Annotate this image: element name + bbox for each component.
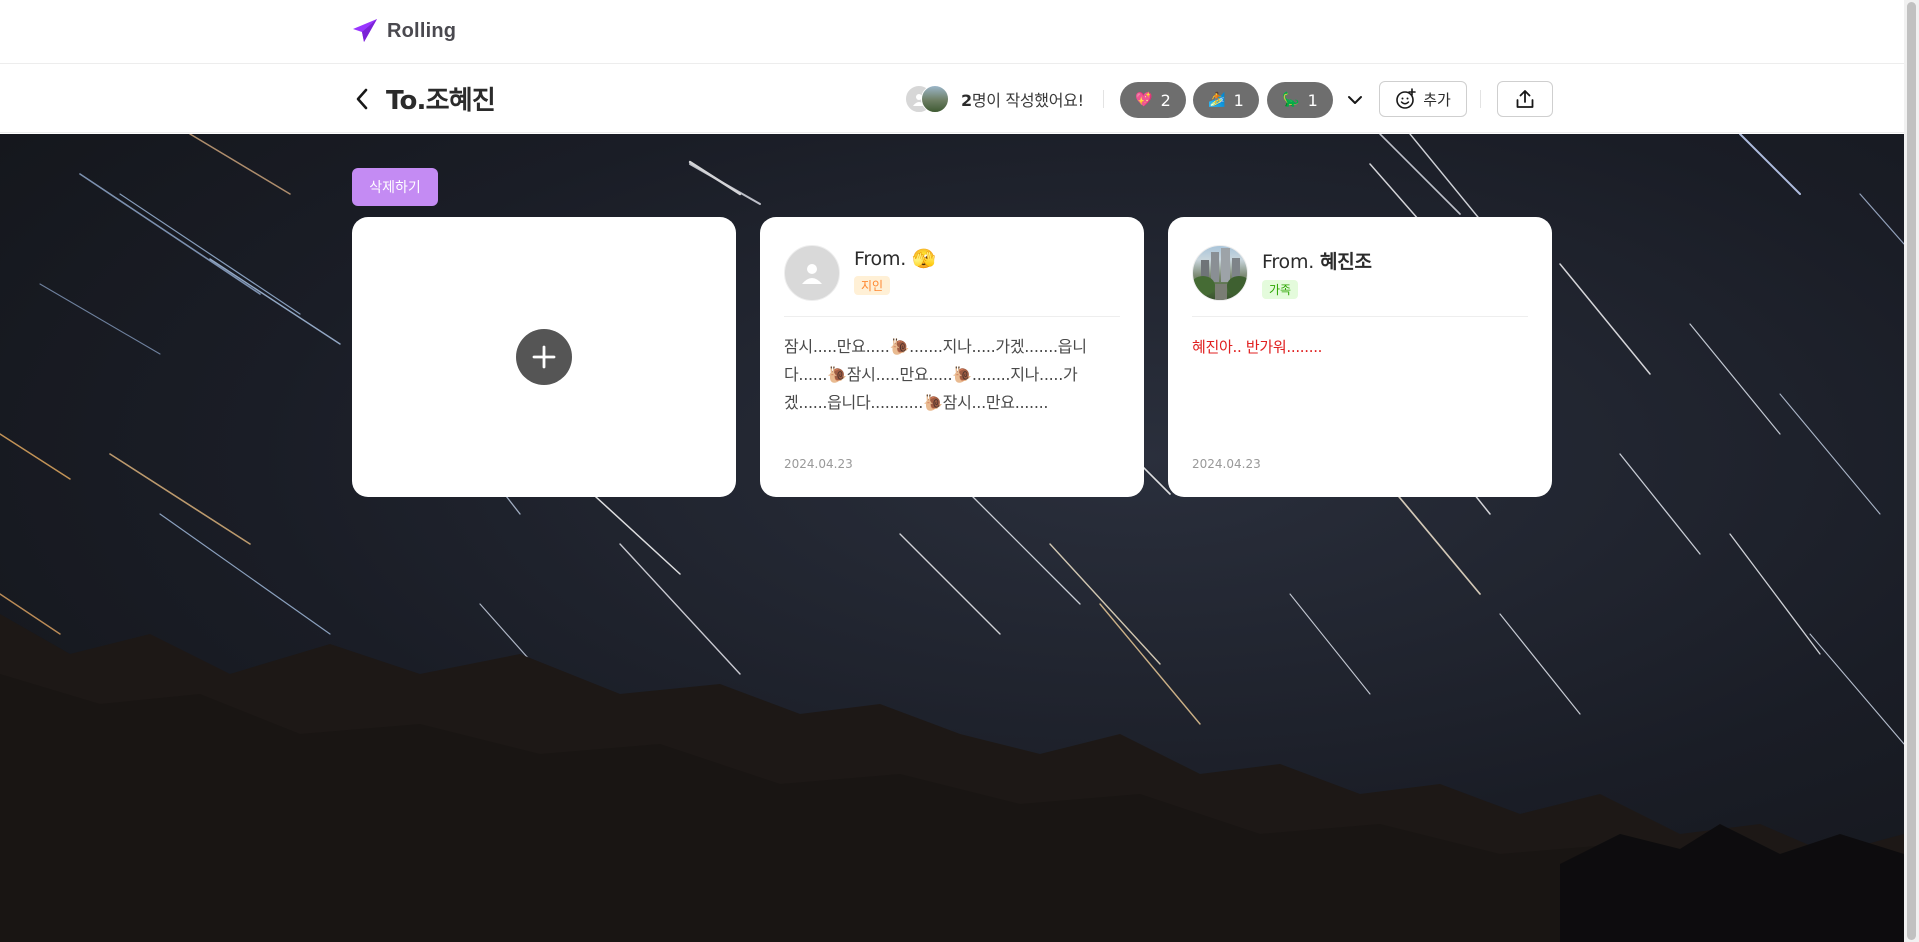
relation-badge: 가족	[1262, 280, 1299, 299]
writer-count-text: 2명이 작성했어요!	[961, 87, 1084, 111]
add-reaction-label: 추가	[1423, 90, 1451, 109]
reaction-badge-surfer[interactable]: 🏄 1	[1193, 82, 1259, 118]
scrollbar-thumb[interactable]	[1907, 2, 1916, 940]
reaction-count: 1	[1233, 90, 1244, 110]
post-header: To.조혜진 2명이 작성했어요! 💖 2 🏄 1 🦕 1 추가	[0, 65, 1904, 133]
sender-line: From. 🫣	[854, 247, 936, 270]
message-date: 2024.04.23	[784, 457, 853, 471]
plus-icon	[532, 345, 556, 369]
reaction-badge-heart[interactable]: 💖 2	[1120, 82, 1186, 118]
city-photo-icon	[1193, 248, 1247, 300]
sender-info: From. 🫣 지인	[854, 245, 936, 295]
message-text: 혜진아.. 반가워........	[1192, 338, 1323, 356]
message-card[interactable]: From. 🫣 지인 잠시.....만요.....🐌.......지나.....…	[760, 217, 1144, 497]
page-title: To.조혜진	[386, 86, 496, 116]
card-header: From. 혜진조 가족	[1192, 245, 1528, 317]
delete-button[interactable]: 삭제하기	[352, 168, 438, 206]
divider	[1480, 90, 1481, 108]
from-prefix: From.	[854, 248, 907, 270]
top-nav: Rolling	[0, 0, 1904, 64]
from-prefix: From.	[1262, 251, 1315, 273]
message-text: 잠시.....만요.....🐌.......지나.....가겠.......읍니…	[784, 337, 1087, 412]
paper-plane-icon	[353, 19, 377, 42]
message-date: 2024.04.23	[1192, 457, 1261, 471]
back-button[interactable]	[350, 85, 374, 113]
share-button[interactable]	[1497, 81, 1553, 117]
reactions-dropdown-button[interactable]	[1344, 89, 1366, 111]
chevron-left-icon	[356, 88, 368, 110]
sender-line: From. 혜진조	[1262, 247, 1372, 274]
sparkling-heart-icon: 💖	[1135, 92, 1153, 108]
writer-count: 2	[961, 91, 972, 110]
avatar	[1192, 245, 1248, 301]
avatar	[921, 85, 949, 113]
sender-info: From. 혜진조 가족	[1262, 245, 1372, 299]
add-message-card[interactable]	[352, 217, 736, 497]
reaction-count: 1	[1307, 90, 1318, 110]
surfer-icon: 🏄	[1208, 92, 1226, 108]
share-icon	[1516, 90, 1534, 108]
user-icon	[802, 264, 822, 284]
sender-name: 🫣	[911, 248, 936, 270]
add-message-button[interactable]	[516, 329, 572, 385]
message-card[interactable]: From. 혜진조 가족 혜진아.. 반가워........ 2024.04.2…	[1168, 217, 1552, 497]
relation-badge: 지인	[854, 276, 891, 295]
add-emoji-icon	[1396, 88, 1416, 109]
reaction-count: 2	[1160, 90, 1171, 110]
writer-suffix: 명이 작성했어요!	[971, 91, 1084, 110]
dinosaur-icon: 🦕	[1282, 92, 1300, 108]
reaction-badge-dinosaur[interactable]: 🦕 1	[1267, 82, 1333, 118]
add-reaction-button[interactable]: 추가	[1379, 81, 1467, 117]
avatar	[784, 245, 840, 301]
scrollbar[interactable]	[1904, 0, 1919, 942]
logo[interactable]: Rolling	[351, 17, 456, 45]
chevron-down-icon	[1348, 96, 1362, 104]
logo-text: Rolling	[387, 19, 457, 42]
divider	[1103, 90, 1104, 108]
writer-summary: 2명이 작성했어요!	[905, 85, 1084, 113]
sender-name: 혜진조	[1319, 251, 1372, 273]
card-header: From. 🫣 지인	[784, 245, 1120, 317]
